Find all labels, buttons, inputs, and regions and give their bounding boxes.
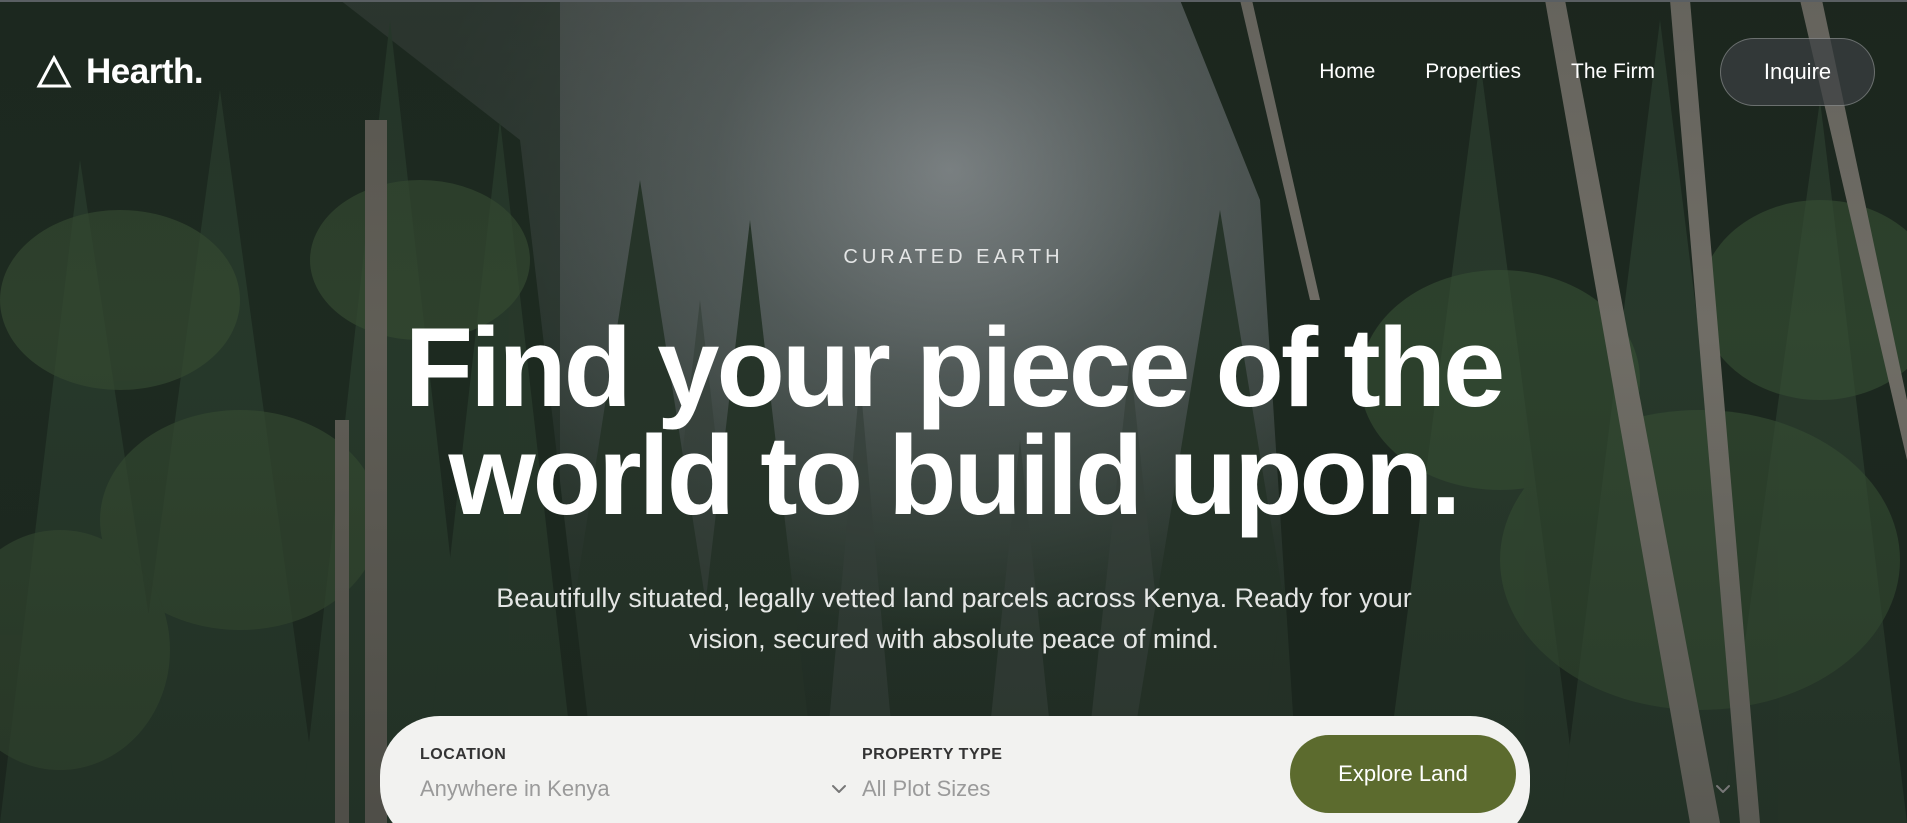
hero-subcopy-line-1: Beautifully situated, legally vetted lan…	[496, 583, 1412, 613]
chevron-down-icon	[832, 785, 846, 793]
hero-headline-line-1: Find your piece of the	[404, 305, 1506, 430]
hero-headline: Find your piece of the world to build up…	[0, 305, 1907, 538]
search-bar: LOCATION Anywhere in Kenya PROPERTY TYPE…	[380, 716, 1730, 823]
inquire-button[interactable]: Inquire	[1720, 38, 1875, 106]
hero-eyebrow: CURATED EARTH	[843, 246, 1064, 268]
brand-name: Hearth.	[86, 52, 204, 91]
location-label: LOCATION	[420, 746, 507, 763]
chevron-down-icon	[1716, 785, 1730, 793]
nav-link-properties[interactable]: Properties	[1425, 60, 1521, 84]
hero-subcopy-line-2: vision, secured with absolute peace of m…	[689, 624, 1219, 654]
property-type-value: All Plot Sizes	[862, 776, 991, 801]
brand-logo[interactable]: Hearth.	[36, 52, 204, 92]
hero-subcopy: Beautifully situated, legally vetted lan…	[460, 578, 1448, 660]
hero-headline-line-2: world to build upon.	[448, 413, 1462, 538]
triangle-outline-icon	[36, 55, 72, 88]
main-nav: Home Properties The Firm Inquire	[1319, 38, 1875, 106]
top-border	[0, 0, 1907, 2]
location-select[interactable]: LOCATION Anywhere in Kenya	[420, 746, 846, 801]
nav-link-home[interactable]: Home	[1319, 60, 1375, 84]
nav-link-the-firm[interactable]: The Firm	[1571, 60, 1655, 84]
explore-land-button[interactable]: Explore Land	[1290, 735, 1516, 813]
property-type-label: PROPERTY TYPE	[862, 746, 1003, 763]
property-type-select[interactable]: PROPERTY TYPE All Plot Sizes	[862, 746, 1730, 801]
location-value: Anywhere in Kenya	[420, 776, 610, 801]
